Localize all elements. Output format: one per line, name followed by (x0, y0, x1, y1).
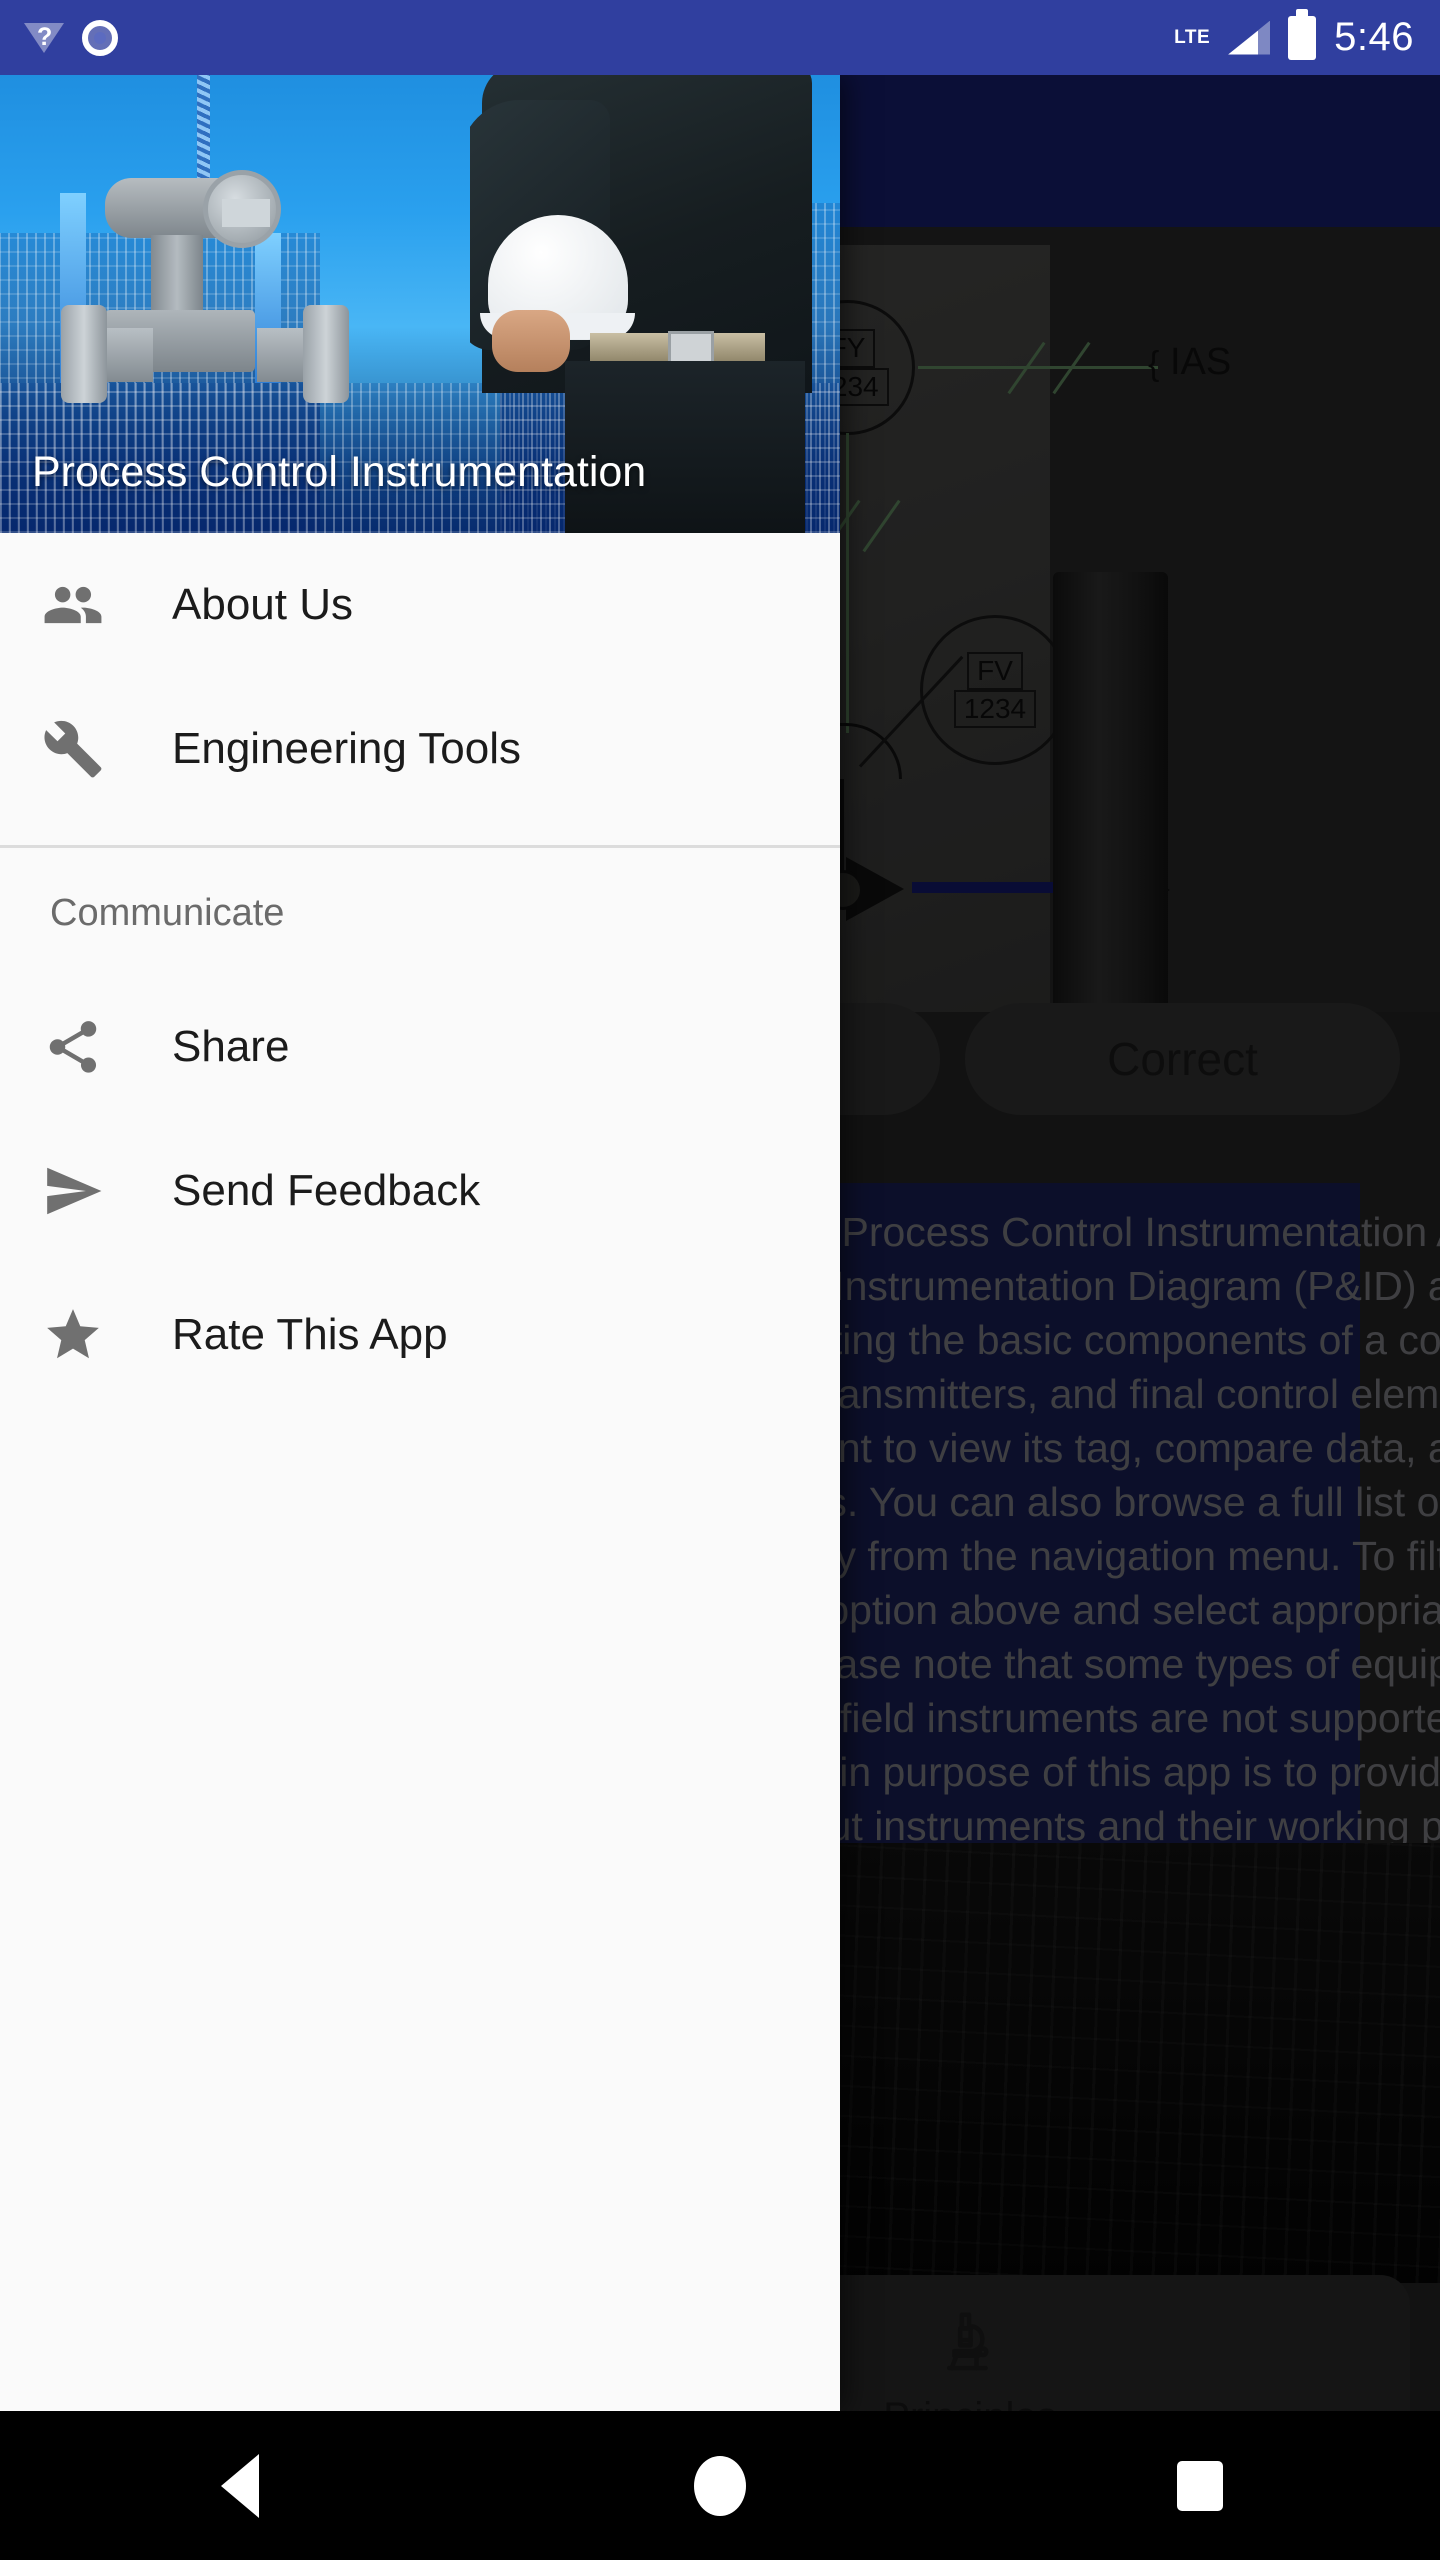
meter-neck (151, 235, 203, 320)
drawer-header-title: Process Control Instrumentation (32, 448, 647, 496)
recents-square-icon (1177, 2460, 1223, 2511)
meter-flange-right (303, 305, 349, 403)
drawer-item-send-feedback[interactable]: Send Feedback (0, 1119, 840, 1263)
drawer-section-header: Communicate (50, 892, 285, 934)
drawer-item-share[interactable]: Share (0, 975, 840, 1119)
meter-flange-left (61, 305, 107, 403)
drawer-item-label: Rate This App (172, 1310, 448, 1359)
drawer-header: Process Control Instrumentation (0, 75, 840, 533)
engineer-belt-buckle (668, 331, 714, 365)
wifi-question-icon: ? (24, 21, 64, 55)
status-bar-right: LTE 5:46 (1174, 15, 1440, 60)
home-circle-icon (694, 2455, 746, 2516)
nav-recents-button[interactable] (960, 2460, 1440, 2511)
drawer-item-about-us[interactable]: About Us (0, 533, 840, 677)
share-icon (42, 1016, 132, 1078)
nav-back-button[interactable] (0, 2453, 480, 2518)
drawer-item-label: Engineering Tools (172, 724, 521, 773)
drawer-item-label: Share (172, 1022, 290, 1071)
back-triangle-icon (221, 2453, 259, 2518)
battery-full-icon (1288, 15, 1317, 60)
people-icon (42, 574, 132, 636)
android-nav-bar (0, 2411, 1440, 2560)
signal-bars-icon (1228, 20, 1271, 55)
drawer-item-label: Send Feedback (172, 1166, 481, 1215)
status-bar-left: ? (0, 19, 118, 56)
flow-meter-photo (61, 75, 349, 403)
meter-cable (197, 75, 210, 185)
wrench-icon (42, 718, 132, 780)
send-icon (42, 1160, 132, 1222)
meter-pipe-right (257, 328, 309, 382)
meter-pipe-left (101, 328, 153, 382)
network-label: LTE (1174, 26, 1211, 48)
star-icon (42, 1304, 132, 1366)
navigation-drawer[interactable]: Process Control Instrumentation About Us… (0, 75, 840, 2411)
status-bar-clock: 5:46 (1334, 15, 1414, 59)
drawer-menu-list: About Us Engineering Tools Communicate S… (0, 533, 840, 1407)
engineer-trousers (565, 361, 805, 533)
meter-display-dial (203, 170, 281, 248)
engineer-hand (492, 310, 570, 372)
lte-indicator: LTE (1174, 28, 1210, 48)
drawer-item-label: About Us (172, 580, 353, 629)
drawer-item-engineering-tools[interactable]: Engineering Tools (0, 677, 840, 821)
status-bar: ? LTE 5:46 (0, 0, 1440, 75)
drawer-item-rate-this-app[interactable]: Rate This App (0, 1263, 840, 1407)
nav-home-button[interactable] (480, 2455, 960, 2516)
cast-dot-icon (82, 19, 118, 56)
